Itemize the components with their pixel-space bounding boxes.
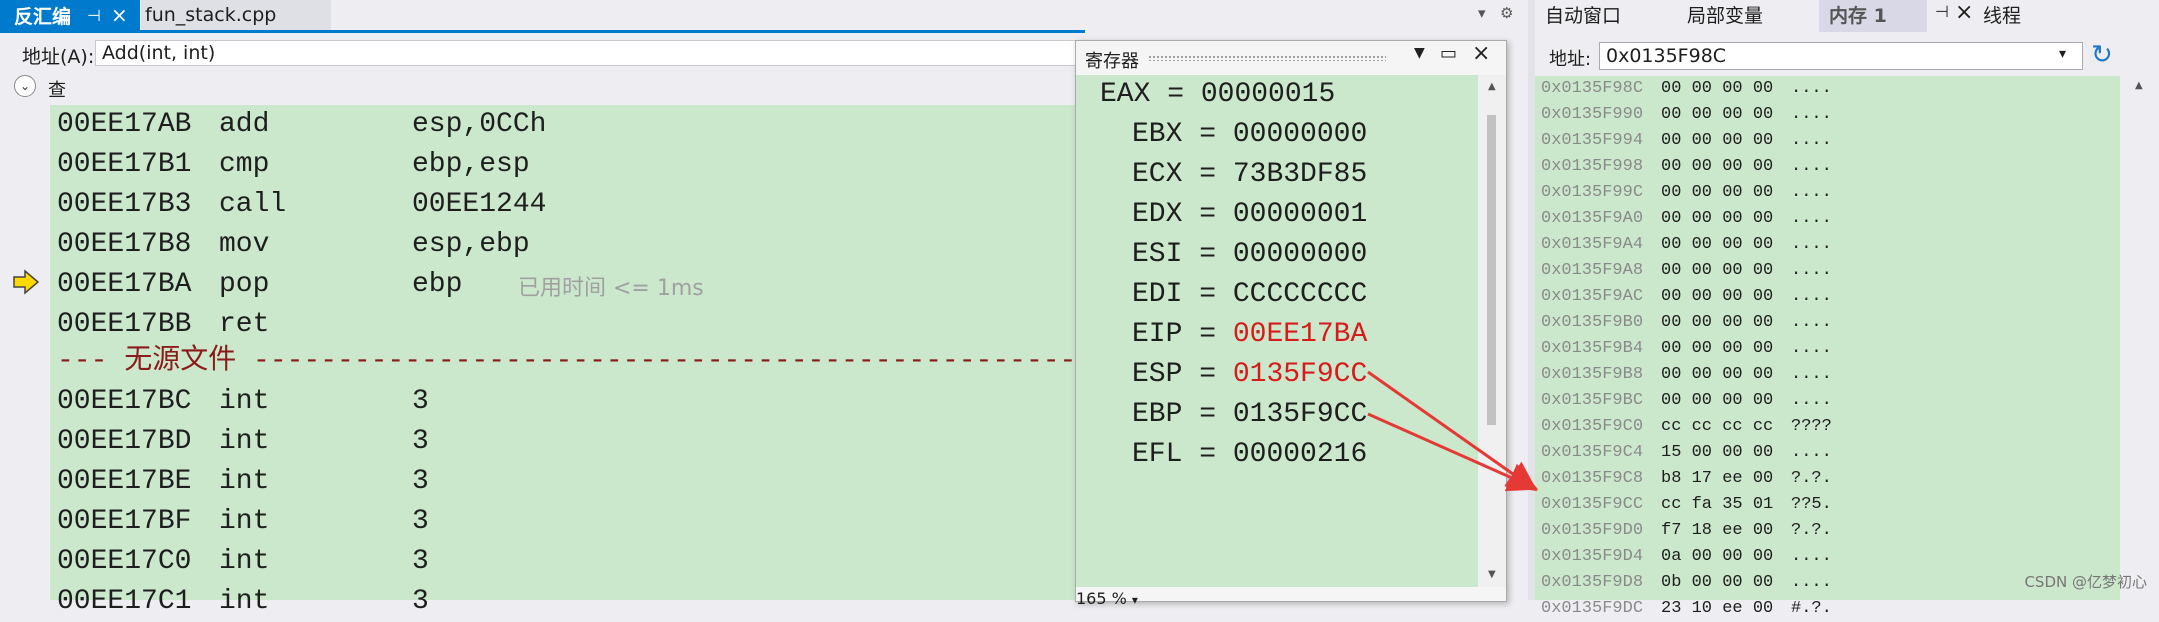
- ebp-annotation-arrow: [1367, 412, 1539, 492]
- esp-annotation-arrow: [1367, 370, 1538, 492]
- annotation-arrows: [1367, 370, 1539, 492]
